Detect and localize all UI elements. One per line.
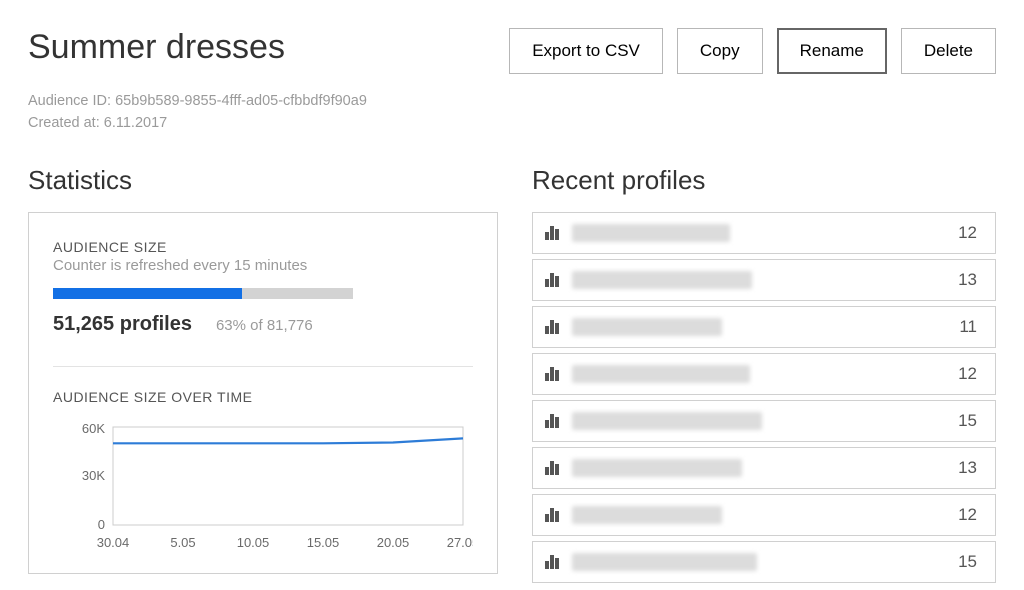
copy-button[interactable]: Copy	[677, 28, 763, 74]
audience-over-time-title: AUDIENCE SIZE OVER TIME	[53, 389, 473, 405]
statistics-panel: AUDIENCE SIZE Counter is refreshed every…	[28, 212, 498, 574]
audience-size-percent: 63% of 81,776	[216, 317, 313, 334]
profile-id-obscured	[572, 412, 762, 430]
profile-id-obscured	[572, 224, 730, 242]
bar-chart-icon	[545, 366, 562, 381]
rename-button[interactable]: Rename	[777, 28, 887, 74]
audience-size-progress-fill	[53, 288, 242, 299]
profile-count: 13	[958, 458, 977, 478]
svg-text:15.05: 15.05	[307, 535, 340, 550]
svg-text:5.05: 5.05	[170, 535, 195, 550]
profile-count: 15	[958, 552, 977, 572]
export-csv-button[interactable]: Export to CSV	[509, 28, 663, 74]
svg-text:30K: 30K	[82, 468, 105, 483]
svg-text:0: 0	[98, 517, 105, 532]
page-title: Summer dresses	[28, 28, 285, 67]
bar-chart-icon	[545, 225, 562, 240]
created-at-value: 6.11.2017	[104, 115, 167, 131]
svg-text:27.05: 27.05	[447, 535, 473, 550]
profile-id-obscured	[572, 553, 757, 571]
recent-profile-row[interactable]: 12	[532, 212, 996, 254]
svg-text:20.05: 20.05	[377, 535, 410, 550]
profile-id-obscured	[572, 271, 752, 289]
bar-chart-icon	[545, 554, 562, 569]
audience-meta: Audience ID: 65b9b589-9855-4fff-ad05-cfb…	[28, 90, 996, 135]
recent-profile-row[interactable]: 11	[532, 306, 996, 348]
bar-chart-icon	[545, 319, 562, 334]
statistics-heading: Statistics	[28, 165, 498, 196]
recent-profile-row[interactable]: 15	[532, 400, 996, 442]
bar-chart-icon	[545, 272, 562, 287]
bar-chart-icon	[545, 507, 562, 522]
bar-chart-icon	[545, 413, 562, 428]
profile-count: 13	[958, 270, 977, 290]
recent-profile-row[interactable]: 12	[532, 353, 996, 395]
audience-id-label: Audience ID:	[28, 93, 111, 109]
bar-chart-icon	[545, 460, 562, 475]
divider	[53, 366, 473, 367]
action-bar: Export to CSV Copy Rename Delete	[509, 28, 996, 74]
audience-over-time-chart: 0 30K 60K 30.04 5.05 10.05 15.05 20.05 27.05	[53, 419, 473, 559]
recent-profiles-heading: Recent profiles	[532, 165, 996, 196]
profile-count: 12	[958, 505, 977, 525]
svg-text:30.04: 30.04	[97, 535, 130, 550]
profile-count: 15	[958, 411, 977, 431]
audience-id-value: 65b9b589-9855-4fff-ad05-cfbbdf9f90a9	[115, 93, 367, 109]
audience-size-title: AUDIENCE SIZE	[53, 239, 473, 255]
audience-size-value: 51,265 profiles	[53, 313, 192, 336]
recent-profiles-list: 12 13 11 12 15 13 12 15	[532, 212, 996, 583]
profile-count: 12	[958, 223, 977, 243]
recent-profile-row[interactable]: 12	[532, 494, 996, 536]
profile-id-obscured	[572, 318, 722, 336]
recent-profile-row[interactable]: 15	[532, 541, 996, 583]
audience-size-progress	[53, 288, 353, 299]
profile-id-obscured	[572, 459, 742, 477]
profile-id-obscured	[572, 365, 750, 383]
recent-profile-row[interactable]: 13	[532, 259, 996, 301]
profile-count: 12	[958, 364, 977, 384]
recent-profile-row[interactable]: 13	[532, 447, 996, 489]
svg-text:10.05: 10.05	[237, 535, 270, 550]
delete-button[interactable]: Delete	[901, 28, 996, 74]
profile-id-obscured	[572, 506, 722, 524]
audience-size-subtitle: Counter is refreshed every 15 minutes	[53, 257, 473, 274]
svg-text:60K: 60K	[82, 421, 105, 436]
created-at-label: Created at:	[28, 115, 100, 131]
profile-count: 11	[959, 317, 977, 337]
